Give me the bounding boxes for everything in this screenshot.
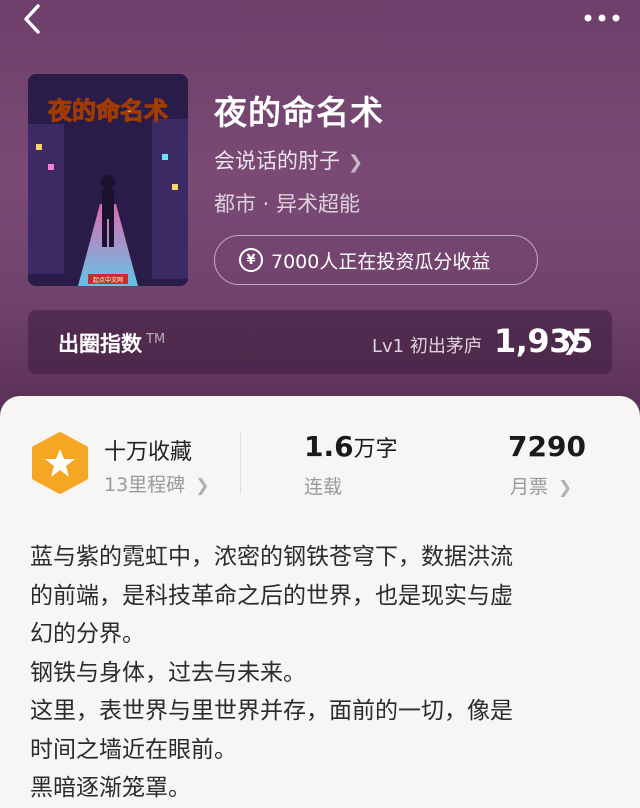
info-panel: 十万收藏 13里程碑 ❯ 1.6万字 连载 7290 月票 ❯ 蓝与紫的霓虹中，浓密… — [0, 396, 640, 808]
desc-line: 的前端，是科技革命之后的世界，也是现实与虚 — [30, 582, 513, 609]
book-genre: 都市 · 异术超能 — [214, 192, 361, 216]
top-bar — [0, 0, 640, 40]
desc-line: 时间之墙近在眼前。 — [30, 736, 237, 763]
monthly-votes-link[interactable]: 月票 ❯ — [510, 472, 572, 499]
desc-line: 蓝与紫的霓虹中，浓密的钢铁苍穹下，数据洪流 — [30, 544, 513, 570]
book-cover[interactable]: 夜的命名术 起点中文网 — [28, 74, 188, 286]
back-chevron-icon[interactable] — [16, 2, 48, 36]
more-dots-icon[interactable] — [582, 12, 622, 24]
milestone-count: 13里程碑 — [104, 474, 186, 496]
star-badge-icon — [32, 432, 88, 494]
popularity-index-bar[interactable]: 出圈指数 TM Lv1 初出茅庐 1,935 ❯ — [28, 310, 612, 374]
book-cover-art: 夜的命名术 起点中文网 — [28, 74, 188, 286]
trademark-mark: TM — [146, 332, 166, 347]
desc-line: 幻的分界。 — [30, 621, 145, 647]
word-count: 1.6万字 — [304, 430, 398, 463]
monthly-votes-label: 月票 — [510, 476, 549, 498]
serial-status: 连载 — [304, 476, 343, 498]
cover-publisher-text: 起点中文网 — [93, 276, 123, 284]
chevron-right-icon: ❯ — [195, 476, 210, 496]
author-name: 会说话的肘子 — [214, 149, 340, 173]
monthly-votes-count: 7290 — [508, 430, 586, 463]
index-level: Lv1 初出茅庐 — [372, 336, 482, 357]
book-description: 蓝与紫的霓虹中，浓密的钢铁苍穹下，数据洪流 的前端，是科技革命之后的世界，也是现… — [30, 538, 620, 808]
desc-line: 钢铁与身体，过去与未来。 — [30, 659, 306, 686]
desc-line: 黑暗逐渐笼罩。 — [30, 775, 191, 801]
chevron-right-icon: ❯ — [348, 152, 364, 173]
stat-divider — [240, 432, 241, 494]
chevron-right-icon: ❯ — [558, 478, 573, 498]
chevron-right-icon: ❯ — [561, 327, 582, 355]
desc-line: 这里，表世界与里世界并存，面前的一切，像是 — [30, 698, 513, 724]
cover-title-art-text: 夜的命名术 — [47, 97, 168, 125]
yen-coin-icon: ¥ — [239, 248, 263, 272]
invest-button[interactable]: ¥ 7000人正在投资瓜分收益 — [214, 235, 538, 285]
index-label: 出圈指数 TM — [58, 332, 166, 356]
collect-milestone-title: 十万收藏 — [104, 440, 193, 465]
book-title: 夜的命名术 — [214, 93, 384, 132]
milestone-link[interactable]: 13里程碑 ❯ — [104, 470, 209, 497]
invest-text: 7000人正在投资瓜分收益 — [271, 250, 491, 273]
author-link[interactable]: 会说话的肘子 ❯ — [214, 145, 363, 175]
